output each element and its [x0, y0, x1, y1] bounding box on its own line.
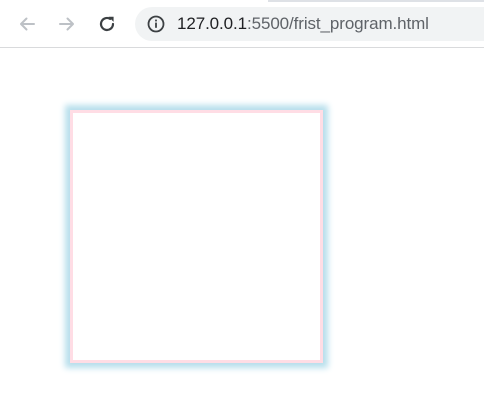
reload-button[interactable] [93, 10, 121, 38]
reload-icon [97, 14, 117, 34]
forward-button[interactable] [53, 10, 81, 38]
info-icon[interactable] [147, 15, 165, 33]
styled-box [70, 110, 323, 363]
browser-toolbar: 127.0.0.1:5500/frist_program.html [0, 0, 484, 48]
tab-strip-edge [268, 0, 484, 2]
url-host: 127.0.0.1 [177, 14, 247, 33]
address-bar[interactable]: 127.0.0.1:5500/frist_program.html [135, 7, 484, 41]
url-path: :5500/frist_program.html [247, 14, 429, 33]
back-button[interactable] [13, 10, 41, 38]
back-arrow-icon [17, 14, 37, 34]
url-text[interactable]: 127.0.0.1:5500/frist_program.html [177, 14, 429, 34]
page-content [0, 48, 484, 408]
forward-arrow-icon [57, 14, 77, 34]
